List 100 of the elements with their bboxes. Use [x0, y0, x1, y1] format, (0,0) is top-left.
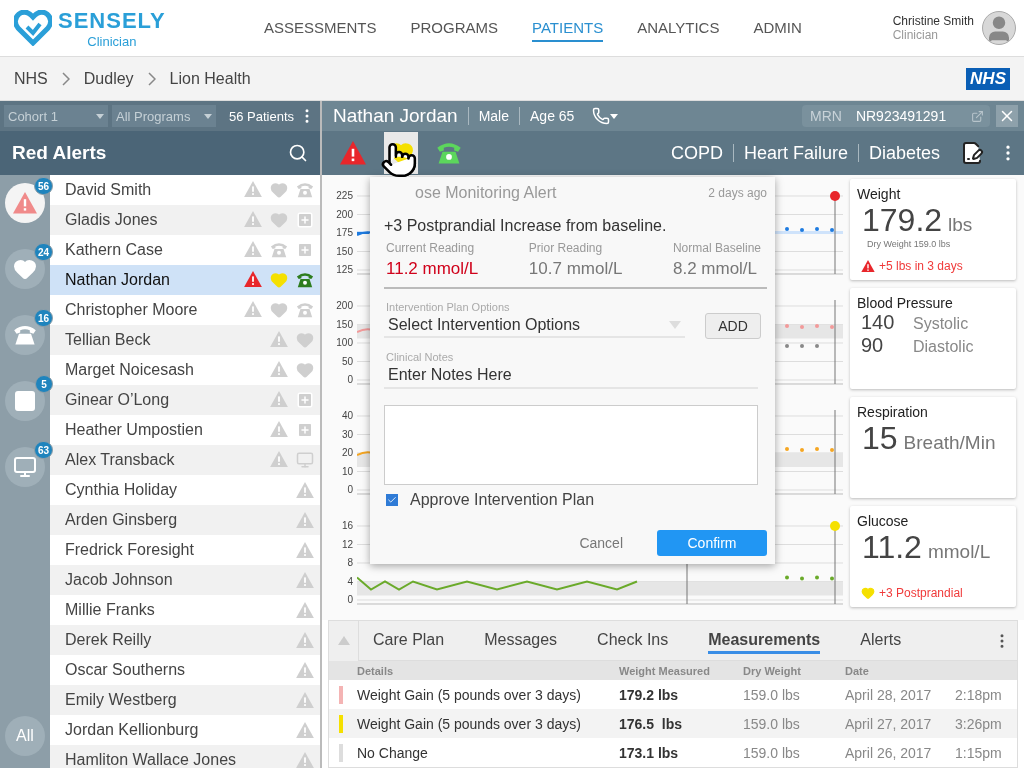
patient-gender: Male: [478, 108, 509, 124]
nav-link[interactable]: PROGRAMS: [410, 14, 499, 42]
warning-icon: [296, 751, 314, 768]
warning-icon: [244, 181, 262, 198]
nav-link[interactable]: ANALYTICS: [637, 14, 720, 42]
heart-icon: [270, 181, 288, 199]
condition-link[interactable]: Heart Failure: [743, 142, 848, 164]
caret-icon: [610, 113, 619, 119]
patient-row[interactable]: Jacob Johnson: [50, 565, 320, 595]
category-filter[interactable]: [5, 381, 45, 421]
patient-count: 56 Patients: [228, 108, 294, 124]
axis-tick: 100: [336, 337, 353, 349]
panel-tab[interactable]: Messages: [484, 627, 558, 654]
breadcrumb-link[interactable]: NHS: [14, 69, 48, 88]
vital-title: Blood Pressure: [857, 295, 954, 311]
warning-icon: [296, 511, 314, 529]
mrn-value: NR923491291: [855, 108, 948, 124]
table-cell-text: 179.2 lbs: [619, 686, 680, 703]
heart-icon: [270, 301, 288, 319]
caret-icon: [96, 113, 104, 119]
axis-tick: 0: [347, 594, 353, 606]
reading-label: Prior Reading: [528, 241, 604, 255]
warning-icon: [340, 141, 366, 165]
patient-row[interactable]: Ginear O’Long: [50, 385, 320, 415]
vital-alert-text: +3 Postprandial: [879, 586, 963, 600]
nav-link[interactable]: PATIENTS: [532, 14, 604, 42]
org-logo: NHS: [966, 67, 1010, 90]
field-label: Intervention Plan Options: [385, 301, 511, 313]
close-button[interactable]: [996, 105, 1018, 127]
panel-tab[interactable]: Check Ins: [597, 627, 669, 654]
chevron-icon: [61, 71, 70, 86]
table-cell-text: 3:26pm: [955, 715, 1003, 732]
axis-tick: 0: [347, 484, 353, 496]
telephone-icon: [296, 271, 314, 289]
axis-tick: 40: [341, 410, 353, 422]
patient-row[interactable]: Nathan Jordan: [50, 265, 320, 295]
warning-icon: [296, 541, 314, 559]
breadcrumb-link[interactable]: Lion Health: [169, 69, 251, 88]
telephone-icon: [270, 241, 288, 259]
search-icon[interactable]: [288, 143, 308, 163]
panel-tab[interactable]: Alerts: [860, 627, 902, 654]
vital-unit: Breath/Min: [903, 432, 996, 454]
warning-icon: [270, 391, 288, 408]
vital-label: Diastolic: [913, 338, 974, 356]
axis-tick: 50: [341, 355, 353, 368]
axis-tick: 150: [336, 245, 353, 258]
alert-message: +3 Postprandial Increase from baseline.: [384, 217, 668, 235]
patient-row[interactable]: Tellian Beck: [50, 325, 320, 355]
warning-icon: [296, 601, 314, 619]
axis-tick: 0: [347, 374, 353, 386]
nav-link[interactable]: ADMIN: [753, 14, 802, 42]
intervention-select[interactable]: Select Intervention Options: [384, 314, 685, 338]
table-cell-text: 159.0 lbs: [743, 744, 801, 761]
table-cell-text: 1:15pm: [955, 744, 1003, 761]
call-dropdown[interactable]: [592, 107, 619, 125]
vital-unit: mmol/L: [927, 541, 991, 563]
column-header: Dry Weight: [743, 664, 802, 677]
patient-row[interactable]: Arden Ginsberg: [50, 505, 320, 535]
approve-checkbox[interactable]: Approve Intervention Plan: [384, 491, 767, 509]
patient-row[interactable]: Alex Transback: [50, 445, 320, 475]
patient-age: Age 65: [530, 108, 575, 124]
cancel-button[interactable]: Cancel: [573, 534, 629, 552]
warning-icon: [296, 481, 314, 499]
vital-unit: lbs: [948, 214, 973, 236]
heart-icon: [296, 361, 314, 379]
patient-row[interactable]: Hamliton Wallace Jones: [50, 745, 320, 768]
vital-value: 15: [862, 420, 898, 457]
breadcrumb-link[interactable]: Dudley: [83, 69, 134, 88]
panel-tab[interactable]: Measurements: [708, 627, 821, 654]
condition-link[interactable]: COPD: [670, 142, 723, 164]
warning-icon: [244, 301, 262, 318]
warning-icon: [861, 259, 875, 273]
axis-tick: 30: [341, 428, 353, 441]
patient-row[interactable]: Gladis Jones: [50, 205, 320, 235]
mrn-label: MRN: [810, 108, 842, 124]
patient-row[interactable]: Emily Westberg: [50, 685, 320, 715]
vital-value: 140: [861, 311, 896, 334]
axis-tick: 8: [347, 557, 353, 569]
telephone-icon: [296, 301, 314, 319]
table-cell-text: 173.1 lbs: [619, 744, 680, 761]
vital-value: 179.2: [862, 202, 943, 239]
notes-field[interactable]: Enter Notes Here: [384, 363, 758, 389]
triangle-up-icon: [337, 636, 350, 645]
nav-link[interactable]: ASSESSMENTS: [264, 14, 377, 42]
table-cell-text: April 26, 2017: [845, 744, 933, 761]
edit-notes-icon[interactable]: [960, 141, 984, 165]
warning-icon: [270, 421, 288, 438]
warning-icon: [270, 361, 288, 378]
condition-link[interactable]: Diabetes: [868, 142, 940, 164]
table-cell-text: No Change: [357, 744, 429, 761]
popup-time: 2 days ago: [708, 186, 767, 200]
reading-value: 11.2 mmol/L: [386, 259, 479, 279]
add-button[interactable]: ADD: [705, 313, 761, 339]
telephone-icon: [13, 323, 37, 347]
list-title: Red Alerts: [12, 142, 107, 164]
panel-tab[interactable]: Care Plan: [373, 627, 445, 654]
avatar[interactable]: [982, 11, 1016, 45]
axis-tick: 10: [341, 465, 353, 478]
warning-icon: [244, 211, 262, 228]
patient-row[interactable]: Derek Reilly: [50, 625, 320, 655]
